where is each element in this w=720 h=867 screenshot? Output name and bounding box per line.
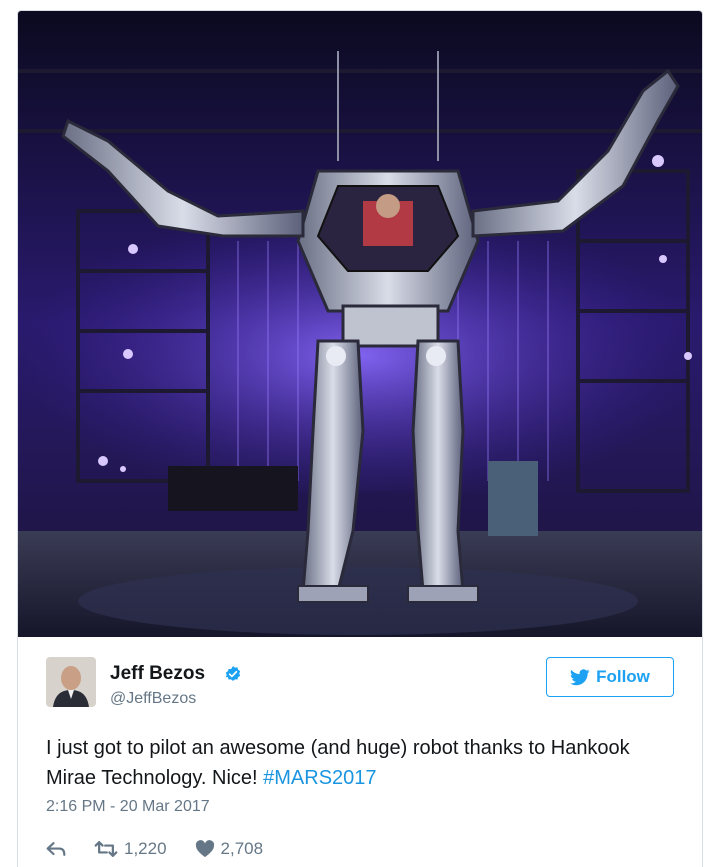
retweet-button[interactable]: 1,220 [94,839,167,859]
twitter-bird-icon [570,668,590,685]
tweet-timestamp[interactable]: 2:16 PM - 20 Mar 2017 [46,798,210,816]
retweet-icon [94,841,118,857]
tweet-header: Jeff Bezos @JeffBezos Follow [46,657,686,711]
author-name[interactable]: Jeff Bezos [110,663,205,685]
verified-badge-icon [225,666,241,681]
like-button[interactable]: 2,708 [195,839,264,859]
author-handle[interactable]: @JeffBezos [110,690,196,708]
reply-icon [46,842,66,856]
tweet-card: Jeff Bezos @JeffBezos Follow I just got … [17,10,703,867]
avatar[interactable] [46,657,96,707]
robot-photo[interactable] [18,11,702,637]
reply-button[interactable] [46,841,66,857]
follow-button[interactable]: Follow [546,657,674,697]
avatar-image [46,657,96,707]
tweet-actions: 1,220 2,708 [46,836,263,862]
heart-icon [195,840,214,858]
hashtag-link[interactable]: #MARS2017 [263,767,376,789]
tweet-text: I just got to pilot an awesome (and huge… [46,733,666,793]
retweet-count: 1,220 [124,839,167,858]
follow-label: Follow [596,667,650,686]
like-count: 2,708 [220,839,264,858]
